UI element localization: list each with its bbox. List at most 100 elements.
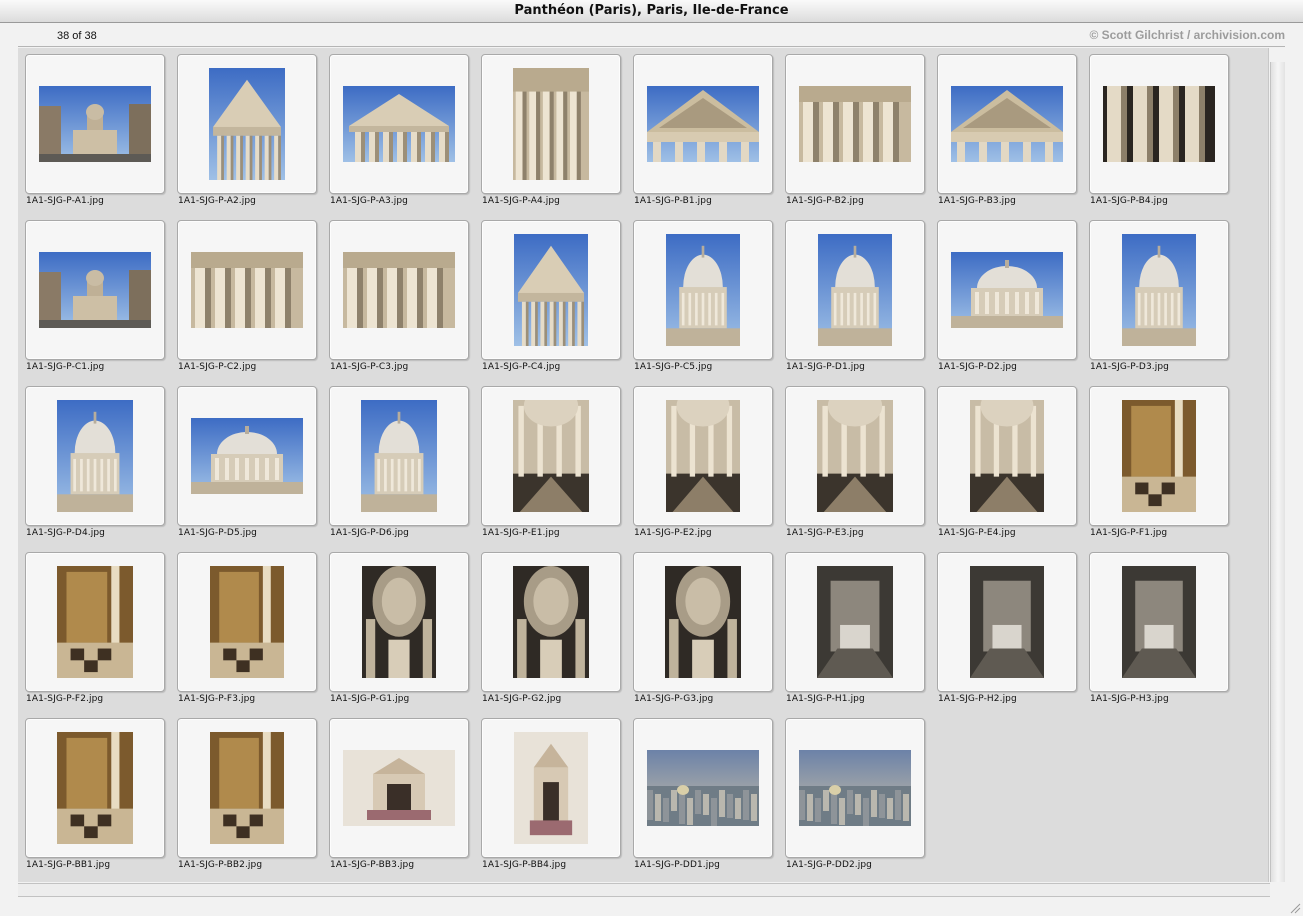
thumbnail-image[interactable] [799,750,911,826]
thumbnail-item[interactable]: 1A1-SJG-P-B2.jpg [785,54,925,212]
thumbnail-image[interactable] [191,252,303,328]
thumbnail-image[interactable] [209,68,285,180]
thumbnail-item[interactable]: 1A1-SJG-P-H2.jpg [937,552,1077,710]
thumbnail-item[interactable]: 1A1-SJG-P-F1.jpg [1089,386,1229,544]
thumbnail-item[interactable]: 1A1-SJG-P-D1.jpg [785,220,925,378]
thumbnail-image[interactable] [1122,566,1196,678]
slide-frame[interactable] [937,220,1077,360]
slide-frame[interactable] [633,386,773,526]
thumbnail-item[interactable]: 1A1-SJG-P-BB4.jpg [481,718,621,876]
thumbnail-item[interactable]: 1A1-SJG-P-E3.jpg [785,386,925,544]
thumbnail-item[interactable]: 1A1-SJG-P-BB2.jpg [177,718,317,876]
thumbnail-item[interactable]: 1A1-SJG-P-B3.jpg [937,54,1077,212]
thumbnail-image[interactable] [817,566,893,678]
thumbnail-image[interactable] [666,400,740,512]
slide-frame[interactable] [937,54,1077,194]
thumbnail-item[interactable]: 1A1-SJG-P-A4.jpg [481,54,621,212]
thumbnail-item[interactable]: 1A1-SJG-P-D4.jpg [25,386,165,544]
slide-frame[interactable] [481,386,621,526]
thumbnail-item[interactable]: 1A1-SJG-P-B4.jpg [1089,54,1229,212]
thumbnail-image[interactable] [39,252,151,328]
slide-frame[interactable] [481,54,621,194]
thumbnail-image[interactable] [343,750,455,826]
thumbnail-image[interactable] [57,732,133,844]
slide-frame[interactable] [633,718,773,858]
slide-frame[interactable] [633,220,773,360]
thumbnail-item[interactable]: 1A1-SJG-P-H3.jpg [1089,552,1229,710]
thumbnail-image[interactable] [361,400,437,512]
thumbnail-item[interactable]: 1A1-SJG-P-C4.jpg [481,220,621,378]
thumbnail-item[interactable]: 1A1-SJG-P-C2.jpg [177,220,317,378]
slide-frame[interactable] [25,718,165,858]
thumbnail-image[interactable] [799,86,911,162]
thumbnail-image[interactable] [951,86,1063,162]
thumbnail-image[interactable] [343,86,455,162]
thumbnail-image[interactable] [818,234,892,346]
thumbnail-item[interactable]: 1A1-SJG-P-C5.jpg [633,220,773,378]
thumbnail-image[interactable] [970,400,1044,512]
slide-frame[interactable] [25,552,165,692]
slide-frame[interactable] [177,54,317,194]
slide-frame[interactable] [329,718,469,858]
thumbnail-item[interactable]: 1A1-SJG-P-A1.jpg [25,54,165,212]
resize-grip-icon[interactable] [1289,902,1301,914]
slide-frame[interactable] [177,718,317,858]
slide-frame[interactable] [481,718,621,858]
thumbnail-item[interactable]: 1A1-SJG-P-C1.jpg [25,220,165,378]
thumbnail-image[interactable] [39,86,151,162]
thumbnail-image[interactable] [514,234,588,346]
thumbnail-image[interactable] [1122,400,1196,512]
thumbnail-item[interactable]: 1A1-SJG-P-B1.jpg [633,54,773,212]
thumbnail-item[interactable]: 1A1-SJG-P-D3.jpg [1089,220,1229,378]
thumbnail-item[interactable]: 1A1-SJG-P-F3.jpg [177,552,317,710]
thumbnail-image[interactable] [513,400,589,512]
slide-frame[interactable] [177,552,317,692]
horizontal-scrollbar[interactable] [18,883,1270,897]
thumbnail-image[interactable] [514,732,588,844]
thumbnail-image[interactable] [665,566,741,678]
thumbnail-image[interactable] [191,418,303,494]
thumbnail-item[interactable]: 1A1-SJG-P-G2.jpg [481,552,621,710]
thumbnail-image[interactable] [210,732,284,844]
thumbnail-item[interactable]: 1A1-SJG-P-E2.jpg [633,386,773,544]
thumbnail-image[interactable] [666,234,740,346]
thumbnail-item[interactable]: 1A1-SJG-P-E1.jpg [481,386,621,544]
thumbnail-item[interactable]: 1A1-SJG-P-H1.jpg [785,552,925,710]
slide-frame[interactable] [1089,386,1229,526]
slide-frame[interactable] [177,386,317,526]
thumbnail-image[interactable] [513,68,589,180]
thumbnail-item[interactable]: 1A1-SJG-P-C3.jpg [329,220,469,378]
thumbnail-image[interactable] [647,86,759,162]
thumbnail-item[interactable]: 1A1-SJG-P-D2.jpg [937,220,1077,378]
slide-frame[interactable] [481,220,621,360]
thumbnail-image[interactable] [362,566,436,678]
thumbnail-item[interactable]: 1A1-SJG-P-D6.jpg [329,386,469,544]
slide-frame[interactable] [25,220,165,360]
slide-frame[interactable] [785,552,925,692]
slide-frame[interactable] [329,386,469,526]
thumbnail-item[interactable]: 1A1-SJG-P-A2.jpg [177,54,317,212]
thumbnail-item[interactable]: 1A1-SJG-P-D5.jpg [177,386,317,544]
thumbnail-image[interactable] [343,252,455,328]
slide-frame[interactable] [785,220,925,360]
thumbnail-image[interactable] [970,566,1044,678]
slide-frame[interactable] [633,54,773,194]
slide-frame[interactable] [329,54,469,194]
slide-frame[interactable] [937,386,1077,526]
slide-frame[interactable] [785,386,925,526]
vertical-scrollbar[interactable] [1270,62,1285,882]
slide-frame[interactable] [785,54,925,194]
thumbnail-item[interactable]: 1A1-SJG-P-BB1.jpg [25,718,165,876]
slide-frame[interactable] [1089,54,1229,194]
slide-frame[interactable] [937,552,1077,692]
slide-frame[interactable] [633,552,773,692]
slide-frame[interactable] [1089,220,1229,360]
thumbnail-item[interactable]: 1A1-SJG-P-DD1.jpg [633,718,773,876]
thumbnail-item[interactable]: 1A1-SJG-P-G3.jpg [633,552,773,710]
slide-frame[interactable] [1089,552,1229,692]
thumbnail-image[interactable] [951,252,1063,328]
slide-frame[interactable] [177,220,317,360]
slide-frame[interactable] [25,386,165,526]
thumbnail-item[interactable]: 1A1-SJG-P-A3.jpg [329,54,469,212]
thumbnail-image[interactable] [513,566,589,678]
